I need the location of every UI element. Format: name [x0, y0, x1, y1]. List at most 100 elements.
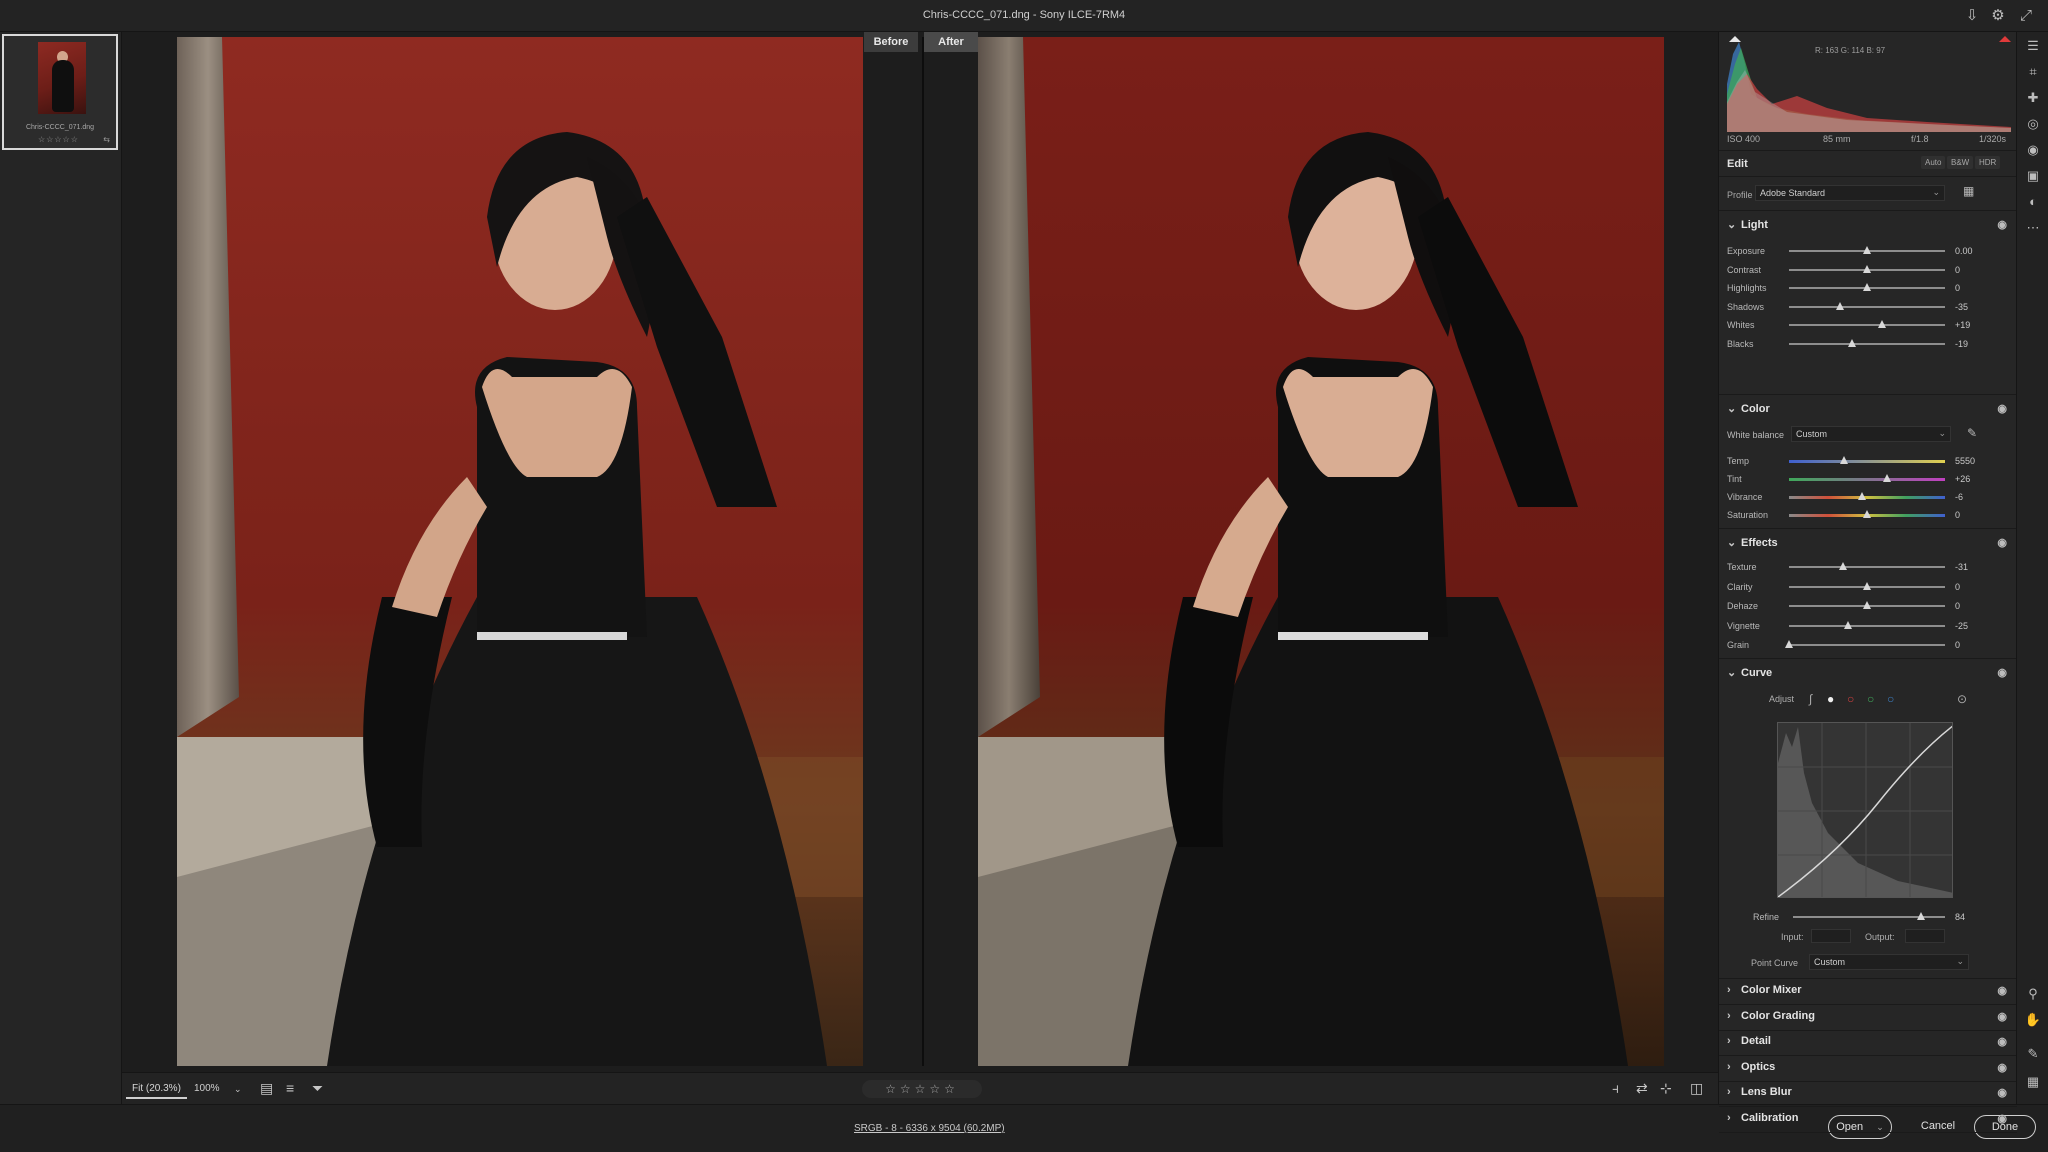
- section-color-header[interactable]: ⌄ Color ◉: [1727, 402, 2011, 418]
- slider-value[interactable]: +26: [1955, 474, 1995, 484]
- section-curve-header[interactable]: ⌄ Curve ◉: [1727, 666, 2011, 682]
- rating-stars[interactable]: ☆☆☆☆☆: [862, 1080, 982, 1098]
- eye-icon[interactable]: ◉: [1997, 1112, 2007, 1125]
- workflow-options-link[interactable]: SRGB - 8 - 6336 x 9504 (60.2MP): [854, 1123, 1005, 1134]
- slider-value[interactable]: 0: [1955, 283, 1995, 293]
- slider-thumb[interactable]: [1863, 246, 1871, 254]
- zoom-tool-icon[interactable]: ⚲: [2023, 984, 2043, 1004]
- zoom-dropdown-icon[interactable]: ⌄: [234, 1084, 242, 1095]
- slider-thumb[interactable]: [1863, 601, 1871, 609]
- section-calibration-header[interactable]: › Calibration ◉: [1727, 1112, 2011, 1128]
- split-view-icon[interactable]: ⫞: [1612, 1080, 1619, 1097]
- slider-value[interactable]: -19: [1955, 339, 1995, 349]
- point-curve-select[interactable]: Custom ⌄: [1809, 954, 1969, 970]
- crop-icon[interactable]: ⌗: [2023, 62, 2043, 82]
- point-curve-blue-icon[interactable]: ○: [1887, 692, 1894, 706]
- point-curve-white-icon[interactable]: ●: [1827, 692, 1834, 706]
- refine-track[interactable]: [1793, 912, 1945, 920]
- slider-value[interactable]: 5550: [1955, 456, 1995, 466]
- before-after-toggle-icon[interactable]: ◫: [1690, 1080, 1703, 1097]
- profile-select[interactable]: Adobe Standard ⌄: [1755, 185, 1945, 201]
- filmstrip-thumbnail[interactable]: Chris-CCCC_071.dng ☆☆☆☆☆ ⇆: [2, 34, 118, 150]
- thumbnail-rating[interactable]: ☆☆☆☆☆: [38, 135, 79, 144]
- zoom-100-button[interactable]: 100%: [194, 1083, 220, 1094]
- slider-track[interactable]: [1789, 283, 1945, 291]
- slider-value[interactable]: -35: [1955, 302, 1995, 312]
- hdr-button[interactable]: HDR: [1975, 156, 2001, 169]
- section-lens-blur-header[interactable]: › Lens Blur ◉: [1727, 1086, 2011, 1102]
- eye-icon[interactable]: ◉: [1997, 402, 2007, 415]
- section-color-grading-header[interactable]: › Color Grading ◉: [1727, 1010, 2011, 1026]
- filmstrip-toggle-icon[interactable]: ▤: [260, 1080, 273, 1097]
- slider-track[interactable]: [1785, 640, 1945, 648]
- slider-track[interactable]: [1789, 456, 1945, 464]
- profile-browser-icon[interactable]: ▦: [1963, 184, 1974, 198]
- slider-thumb[interactable]: [1877, 320, 1886, 328]
- slider-thumb[interactable]: [1883, 474, 1892, 482]
- slider-thumb[interactable]: [1863, 510, 1871, 518]
- snapshots-icon[interactable]: ▣: [2023, 166, 2043, 186]
- slider-track[interactable]: [1789, 338, 1945, 347]
- slider-thumb[interactable]: [1848, 338, 1857, 347]
- target-adjust-icon[interactable]: ⊙: [1957, 692, 1967, 706]
- slider-track[interactable]: [1789, 562, 1945, 570]
- split-divider[interactable]: [922, 37, 924, 1066]
- slider-track[interactable]: [1789, 301, 1945, 310]
- expand-icon[interactable]: ⤢: [2016, 6, 2036, 26]
- slider-track[interactable]: [1789, 320, 1945, 328]
- section-detail-header[interactable]: › Detail ◉: [1727, 1035, 2011, 1051]
- eye-icon[interactable]: ◉: [1997, 984, 2007, 997]
- eye-icon[interactable]: ◉: [1997, 1061, 2007, 1074]
- edit-sliders-icon[interactable]: ☰: [2023, 36, 2043, 56]
- after-tab[interactable]: After: [924, 32, 978, 52]
- slider-value[interactable]: -31: [1955, 562, 1995, 572]
- refine-value[interactable]: 84: [1955, 912, 1995, 922]
- hand-tool-icon[interactable]: ✋: [2023, 1010, 2043, 1030]
- slider-thumb[interactable]: [1858, 492, 1867, 500]
- section-effects-header[interactable]: ⌄ Effects ◉: [1727, 536, 2011, 552]
- healing-icon[interactable]: ✚: [2023, 88, 2043, 108]
- red-eye-icon[interactable]: ◉: [2023, 140, 2043, 160]
- slider-track[interactable]: [1789, 601, 1945, 609]
- slider-value[interactable]: 0: [1955, 510, 1995, 520]
- grid-icon[interactable]: ▦: [2023, 1072, 2043, 1092]
- slider-value[interactable]: 0: [1955, 601, 1995, 611]
- gear-icon[interactable]: ⚙: [1988, 6, 2008, 26]
- sampler-icon[interactable]: ✎: [2023, 1044, 2043, 1064]
- sort-icon[interactable]: ≡: [286, 1080, 294, 1096]
- point-curve-red-icon[interactable]: ○: [1847, 692, 1854, 706]
- output-field[interactable]: [1905, 929, 1945, 943]
- bw-button[interactable]: B&W: [1947, 156, 1974, 169]
- copy-settings-icon[interactable]: ⊹: [1660, 1080, 1672, 1097]
- more-icon[interactable]: ⋯: [2023, 218, 2043, 238]
- filter-icon[interactable]: ⏷: [312, 1080, 323, 1097]
- slider-value[interactable]: 0.00: [1955, 246, 1995, 256]
- point-curve-green-icon[interactable]: ○: [1867, 692, 1874, 706]
- slider-thumb[interactable]: [1863, 581, 1871, 590]
- slider-track[interactable]: [1789, 246, 1945, 254]
- slider-value[interactable]: 0: [1955, 582, 1995, 592]
- eye-icon[interactable]: ◉: [1997, 536, 2007, 549]
- refine-slider-thumb[interactable]: [1916, 912, 1925, 920]
- slider-thumb[interactable]: [1863, 283, 1871, 291]
- slider-thumb[interactable]: [1863, 264, 1871, 273]
- slider-value[interactable]: 0: [1955, 640, 1995, 650]
- eye-icon[interactable]: ◉: [1997, 1035, 2007, 1048]
- slider-value[interactable]: -25: [1955, 621, 1995, 631]
- slider-value[interactable]: 0: [1955, 265, 1995, 275]
- slider-track[interactable]: [1789, 510, 1945, 518]
- eye-icon[interactable]: ◉: [1997, 1010, 2007, 1023]
- slider-track[interactable]: [1789, 474, 1945, 482]
- presets-icon[interactable]: ◐: [2023, 192, 2043, 212]
- eyedropper-icon[interactable]: ✎: [1967, 426, 1977, 440]
- auto-button[interactable]: Auto: [1921, 156, 1946, 169]
- input-field[interactable]: [1811, 929, 1851, 943]
- slider-track[interactable]: [1789, 264, 1945, 273]
- white-balance-select[interactable]: Custom ⌄: [1791, 426, 1951, 442]
- eye-icon[interactable]: ◉: [1997, 666, 2007, 679]
- eye-icon[interactable]: ◉: [1997, 218, 2007, 231]
- slider-thumb[interactable]: [1838, 562, 1847, 570]
- parametric-curve-icon[interactable]: ∫: [1809, 692, 1812, 706]
- eye-icon[interactable]: ◉: [1997, 1086, 2007, 1099]
- slider-thumb[interactable]: [1839, 456, 1848, 464]
